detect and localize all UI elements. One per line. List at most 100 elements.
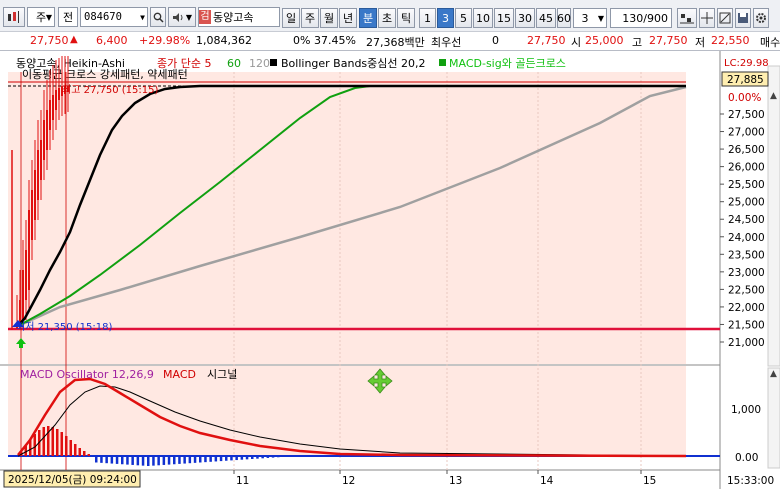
- period-button-month[interactable]: 월: [320, 8, 338, 28]
- y-tick-label: 26,500: [728, 144, 765, 156]
- chart-type-icon[interactable]: [3, 7, 25, 27]
- chevron-down-icon: ▼: [45, 12, 52, 22]
- search-button[interactable]: [150, 7, 166, 27]
- scroll-up-icon[interactable]: ▲: [770, 369, 777, 379]
- osc-bar-negative: [121, 456, 124, 465]
- sound-button[interactable]: ▼: [168, 7, 196, 27]
- period-label: 년: [342, 12, 354, 25]
- time-label: 15:33:00: [727, 475, 774, 487]
- period-button-week[interactable]: 주: [301, 8, 319, 28]
- osc-bar-negative: [297, 456, 301, 457]
- caution-badge: 검: [199, 10, 211, 24]
- y-tick-label: 23,000: [728, 267, 765, 279]
- candle-body: [22, 270, 24, 320]
- count-field[interactable]: 130/900: [610, 8, 672, 28]
- period-button-second[interactable]: 초: [378, 8, 396, 28]
- period-label: 월: [323, 12, 335, 25]
- period-button-year[interactable]: 년: [339, 8, 357, 28]
- draw-button[interactable]: [717, 8, 733, 28]
- indicator-icon: [680, 14, 694, 24]
- interval-button-1[interactable]: 1: [419, 8, 436, 28]
- interval-button-45[interactable]: 45: [536, 8, 556, 28]
- osc-bar-negative: [334, 456, 337, 457]
- crosshair-button[interactable]: [699, 8, 715, 28]
- osc-bar-negative: [266, 456, 270, 458]
- interval-button-30[interactable]: 30: [515, 8, 535, 28]
- interval-button-10[interactable]: 10: [473, 8, 493, 28]
- y-tick-label: 25,000: [728, 197, 765, 209]
- save-button[interactable]: [735, 8, 751, 28]
- osc-bar-negative: [365, 456, 368, 457]
- osc-bar-negative: [251, 456, 254, 459]
- quote-change: 6,400: [96, 34, 128, 47]
- osc-bar-negative: [136, 456, 140, 466]
- interval-select[interactable]: 3 ▼: [573, 8, 607, 28]
- osc-bar-negative: [115, 456, 119, 464]
- osc-bar-negative: [256, 456, 259, 459]
- quote-high: 27,750: [649, 34, 688, 47]
- y-tick-label: 27,000: [728, 127, 765, 139]
- period-button-tick[interactable]: 틱: [397, 8, 415, 28]
- osc-bar-negative: [193, 456, 197, 463]
- code-value: 084670: [84, 11, 122, 23]
- osc-bar-positive: [74, 444, 77, 456]
- interval-label: 45: [539, 11, 553, 25]
- chart-svg[interactable]: 동양고속, Heikin-Ashi 종가 단순 5 60 120 Bolling…: [0, 51, 780, 489]
- osc-bar-negative: [105, 456, 108, 464]
- code-input[interactable]: 084670 ▼: [80, 7, 148, 27]
- period-button-day[interactable]: 일: [282, 8, 300, 28]
- macd-scrollbar[interactable]: [767, 367, 780, 469]
- market-select[interactable]: 주 ▼: [27, 7, 55, 27]
- stock-name-field[interactable]: 검 동양고속: [198, 7, 280, 27]
- scroll-up-icon[interactable]: ▲: [770, 91, 777, 101]
- x-tick-label: 15: [643, 475, 656, 487]
- x-tick-label: 12: [342, 475, 355, 487]
- quote-priority-label: 최우선: [431, 36, 462, 49]
- settings-button[interactable]: [753, 8, 769, 28]
- osc-bar-negative: [173, 456, 176, 465]
- legend-ma120: 120: [249, 57, 270, 70]
- osc-bar-negative: [339, 456, 342, 457]
- interval-button-15[interactable]: 15: [494, 8, 514, 28]
- speaker-icon: [172, 12, 183, 22]
- count-value: 130: [622, 11, 644, 25]
- osc-bar-positive: [42, 427, 45, 456]
- osc-bar-negative: [214, 456, 218, 462]
- interval-button-60[interactable]: 60: [557, 8, 571, 28]
- interval-button-5[interactable]: 5: [455, 8, 472, 28]
- period-label: 초: [381, 12, 393, 25]
- osc-bar-negative: [199, 456, 202, 463]
- date-tag-text: 2025/12/05(금) 09:24:00: [8, 474, 137, 486]
- high-marker-label: 최고 27,750 (15:15): [62, 84, 158, 96]
- quote-extra-label: 매수: [760, 36, 780, 49]
- quote-price: 27,750: [30, 34, 69, 47]
- osc-bar-negative: [204, 456, 207, 463]
- quote-open-label: 시: [571, 36, 582, 49]
- period-type-select[interactable]: 전: [58, 7, 78, 27]
- legend-signal: 시그널: [207, 368, 237, 381]
- search-icon: [153, 12, 164, 23]
- y-axis-labels: 27,500 27,000 26,500 26,000 25,500 25,000 24,5…: [720, 109, 765, 349]
- chevron-down-icon: ▼: [185, 12, 193, 22]
- y-tick-label: 26,000: [728, 162, 765, 174]
- y-tick-label: 25,500: [728, 179, 765, 191]
- y-tick-label: 21,500: [728, 319, 765, 331]
- chart-area[interactable]: 동양고속, Heikin-Ashi 종가 단순 5 60 120 Bolling…: [0, 51, 780, 489]
- osc-bar-negative: [261, 456, 264, 459]
- indicator-button[interactable]: [677, 8, 697, 28]
- osc-bar-negative: [308, 456, 311, 457]
- candle-body: [46, 110, 48, 150]
- osc-bar-positive: [51, 427, 54, 456]
- osc-bar-negative: [313, 456, 316, 457]
- macd-y-tick: 0.00: [735, 452, 758, 464]
- quote-priority-value: 0: [492, 34, 499, 47]
- price-scrollbar[interactable]: [767, 65, 780, 367]
- osc-bar-negative: [157, 456, 160, 466]
- period-label: 주: [304, 12, 316, 25]
- interval-label: 30: [518, 11, 532, 25]
- osc-bar-negative: [355, 456, 358, 457]
- interval-button-3[interactable]: 3: [437, 8, 454, 28]
- period-label: 분: [362, 12, 374, 25]
- candle-body: [52, 95, 54, 120]
- period-button-minute[interactable]: 분: [359, 8, 377, 28]
